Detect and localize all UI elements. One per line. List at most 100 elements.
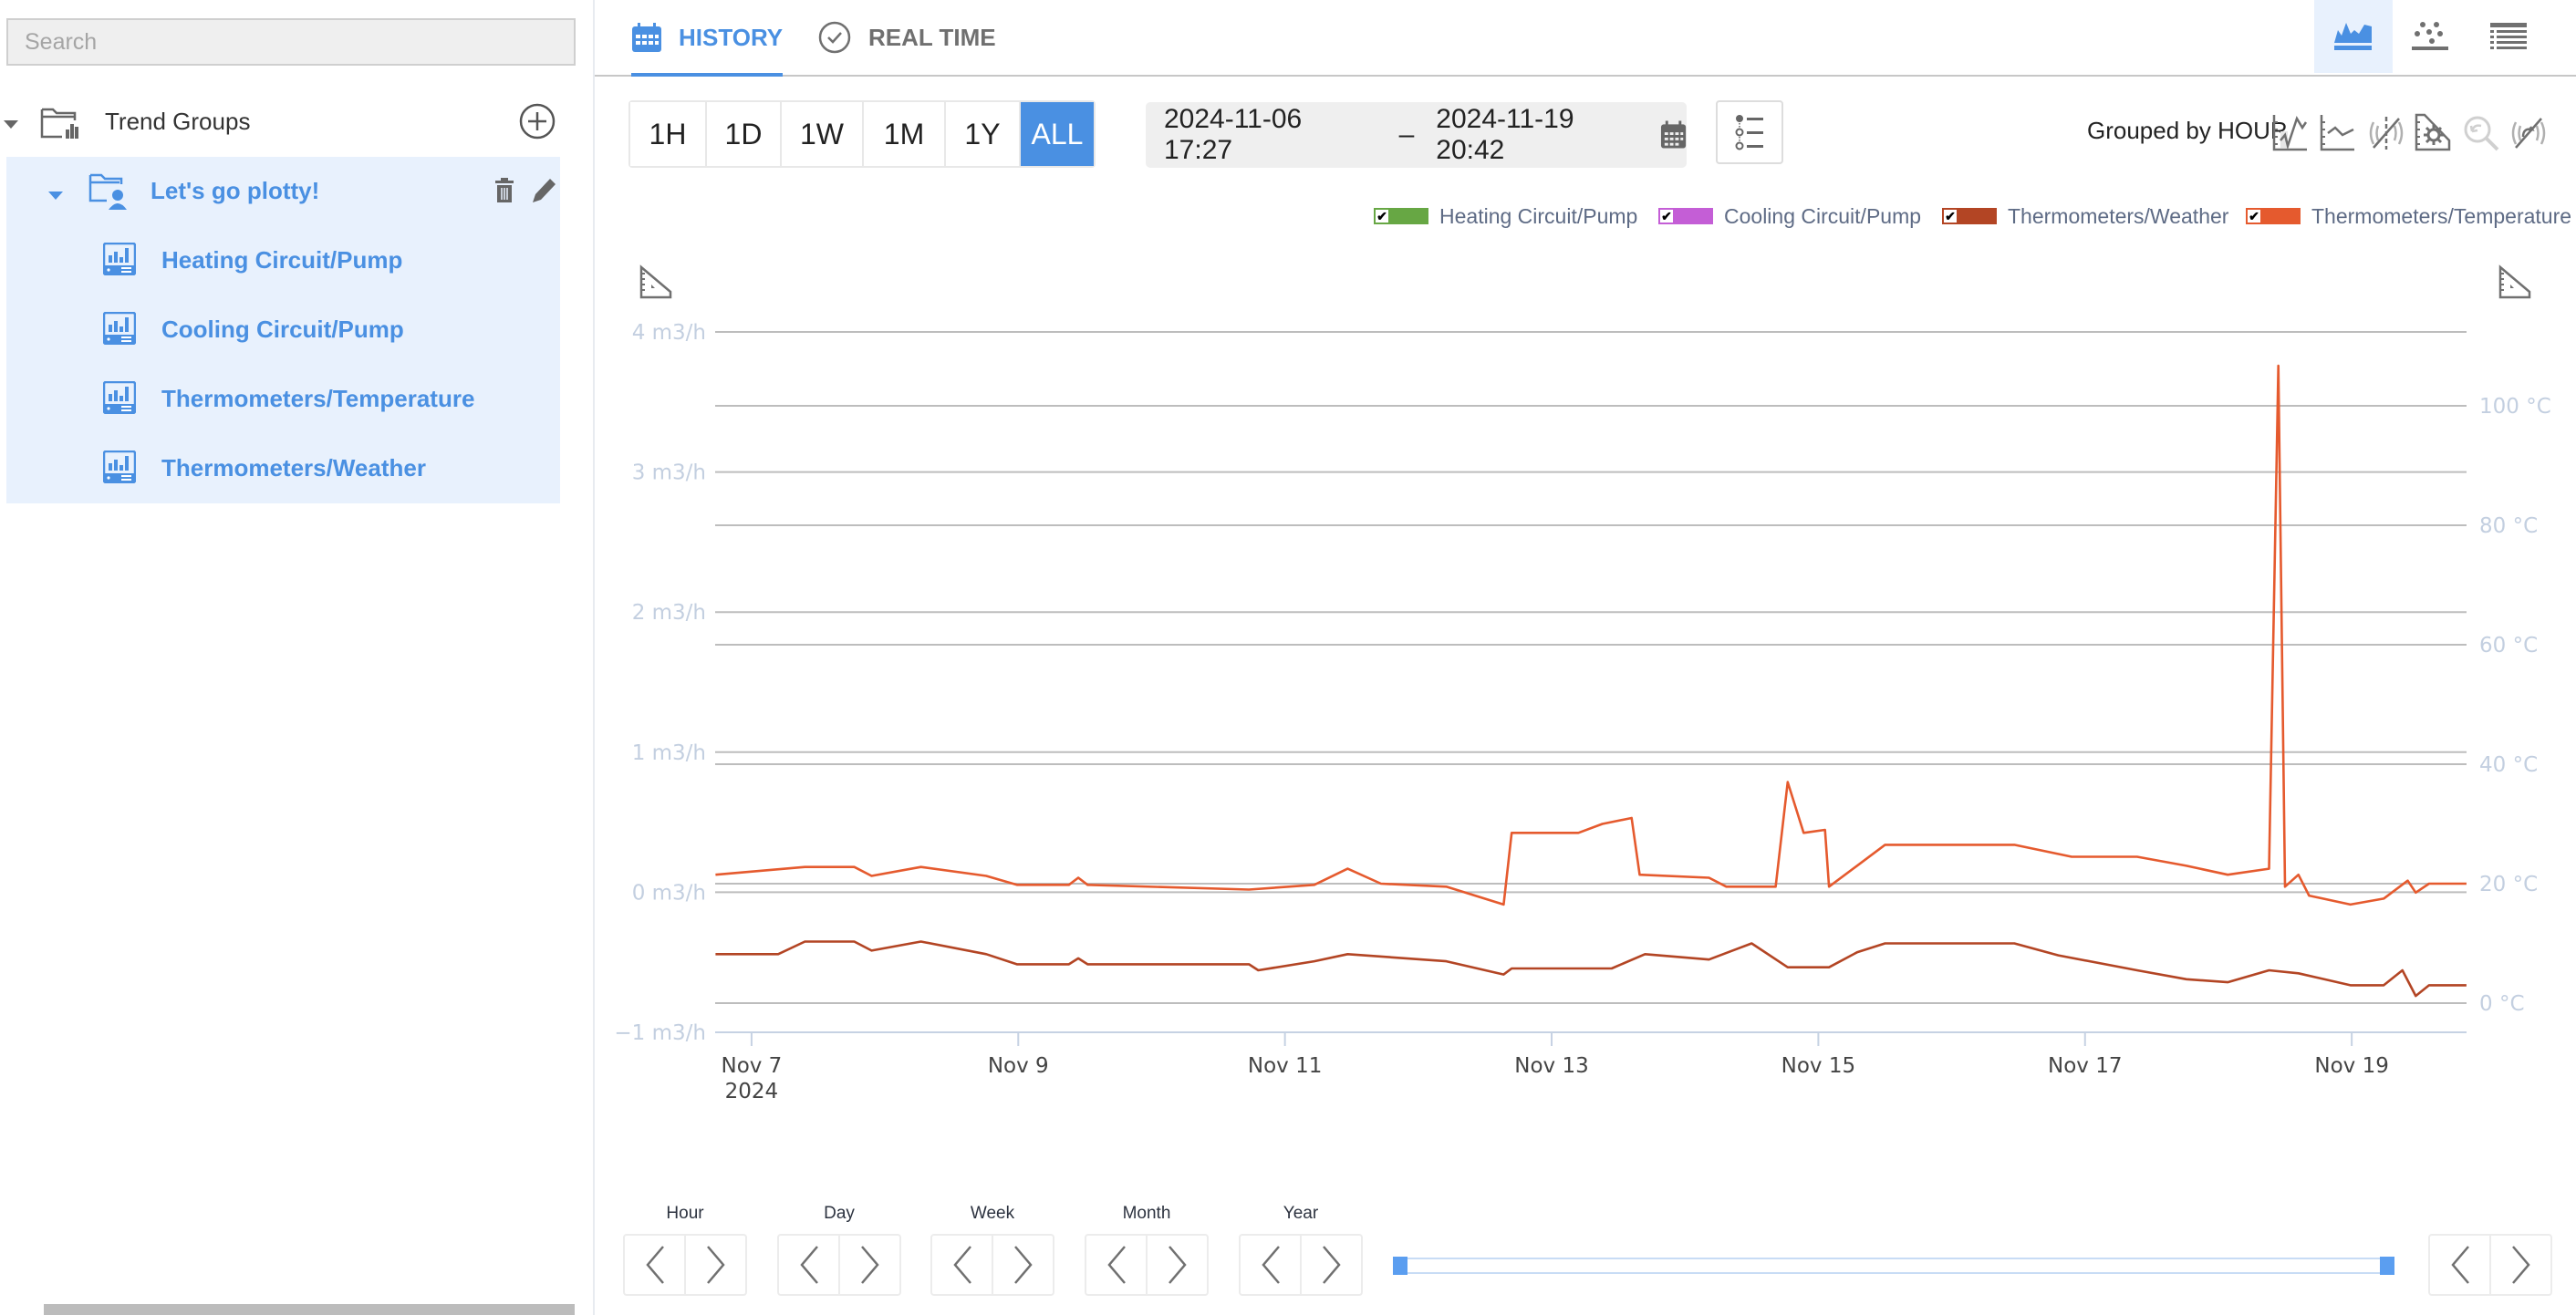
- y-right-tick-label: 0 °C: [2479, 992, 2525, 1016]
- disable-realtime-icon[interactable]: [2508, 113, 2549, 153]
- legend-swatch[interactable]: ✔: [1658, 208, 1713, 224]
- x-tick-label: Nov 17: [2048, 1054, 2122, 1078]
- tab-bar: HISTORY REAL TIME: [595, 0, 2576, 77]
- reset-zoom-icon[interactable]: [2461, 113, 2501, 153]
- line-interpolation-icon[interactable]: [2271, 113, 2311, 153]
- chevron-left-icon: [799, 1246, 818, 1284]
- legend-item-cooling[interactable]: ✔ Cooling Circuit/Pump: [1658, 202, 1921, 230]
- legend-label: Thermometers/Temperature: [2311, 203, 2572, 228]
- checkbox-checked-icon[interactable]: ✔: [1660, 210, 1673, 223]
- trend-item-label: Cooling Circuit/Pump: [161, 316, 404, 343]
- y-left-tick-label: 4 m3/h: [632, 321, 706, 345]
- tree-root-trend-groups[interactable]: Trend Groups: [0, 95, 584, 148]
- y-left-tick-label: 3 m3/h: [632, 461, 706, 485]
- legend-swatch[interactable]: ✔: [2246, 208, 2301, 224]
- pan-right-button[interactable]: [2491, 1236, 2550, 1294]
- sidebar: Trend Groups Let's go plotty!: [0, 0, 595, 1315]
- search-input[interactable]: [6, 18, 576, 66]
- trend-group-header[interactable]: Let's go plotty!: [6, 157, 560, 226]
- legend-item-weather[interactable]: ✔ Thermometers/Weather: [1942, 202, 2228, 230]
- date-range-picker[interactable]: 2024-11-06 17:27 – 2024-11-19 20:42: [1146, 102, 1687, 168]
- calendar-icon[interactable]: [1660, 120, 1687, 150]
- range-button-1y[interactable]: 1Y: [946, 102, 1021, 166]
- range-button-1d[interactable]: 1D: [707, 102, 782, 166]
- sidebar-horizontal-scrollbar[interactable]: [44, 1304, 575, 1315]
- line-chart-view-button[interactable]: [2314, 0, 2393, 73]
- y-right-tick-label: 80 °C: [2479, 514, 2538, 538]
- scatter-view-button[interactable]: [2392, 0, 2470, 73]
- grouping-label[interactable]: Grouped by HOUR: [2087, 117, 2288, 145]
- axis-settings-icon[interactable]: [2414, 113, 2454, 153]
- checkbox-checked-icon[interactable]: ✔: [1944, 210, 1957, 223]
- slider-track[interactable]: [1393, 1258, 2394, 1274]
- date-from[interactable]: 2024-11-06 17:27: [1164, 104, 1372, 166]
- folder-user-icon: [88, 173, 127, 210]
- unlink-axes-icon[interactable]: [2366, 113, 2406, 153]
- range-button-1m[interactable]: 1M: [864, 102, 946, 166]
- next-week-button[interactable]: [993, 1236, 1053, 1294]
- caret-down-icon[interactable]: [4, 120, 18, 129]
- range-button-1h[interactable]: 1H: [630, 102, 707, 166]
- prev-year-button[interactable]: [1241, 1236, 1302, 1294]
- series-line-thermometers-temperature: [715, 364, 2467, 906]
- nav-caption: Week: [970, 1204, 1015, 1223]
- x-tick-label: Nov 13: [1514, 1054, 1588, 1078]
- date-to[interactable]: 2024-11-19 20:42: [1436, 104, 1644, 166]
- trend-group-label: Let's go plotty!: [151, 177, 320, 204]
- trend-item[interactable]: Thermometers/Temperature: [6, 365, 560, 434]
- chevron-left-icon: [952, 1246, 971, 1284]
- add-group-icon[interactable]: [518, 102, 556, 140]
- legend-label: Heating Circuit/Pump: [1439, 203, 1638, 228]
- prev-hour-button[interactable]: [625, 1236, 686, 1294]
- next-year-button[interactable]: [1302, 1236, 1361, 1294]
- edit-pencil-icon[interactable]: [529, 175, 556, 206]
- prev-day-button[interactable]: [779, 1236, 840, 1294]
- trend-item-label: Thermometers/Temperature: [161, 385, 475, 412]
- caret-down-icon[interactable]: [48, 192, 63, 200]
- x-tick-label: Nov 15: [1781, 1054, 1855, 1078]
- x-tick-label: Nov 11: [1248, 1054, 1322, 1078]
- checkbox-checked-icon[interactable]: ✔: [2248, 210, 2260, 223]
- time-range-selector: 1H 1D 1W 1M 1Y ALL: [628, 100, 1096, 168]
- trash-icon[interactable]: [493, 177, 515, 204]
- legend-swatch[interactable]: ✔: [1374, 208, 1428, 224]
- smooth-line-icon[interactable]: [2319, 113, 2359, 153]
- next-hour-button[interactable]: [686, 1236, 745, 1294]
- legend-toggle-button[interactable]: [1716, 100, 1783, 164]
- y-right-tick-label: 20 °C: [2479, 873, 2538, 896]
- nav-caption: Day: [824, 1204, 855, 1223]
- tab-realtime[interactable]: REAL TIME: [817, 0, 996, 75]
- legend-item-heating[interactable]: ✔ Heating Circuit/Pump: [1374, 202, 1637, 230]
- range-button-all[interactable]: ALL: [1021, 102, 1094, 166]
- legend-label: Thermometers/Weather: [2008, 203, 2229, 228]
- legend-label: Cooling Circuit/Pump: [1724, 203, 1922, 228]
- nav-caption: Month: [1122, 1204, 1171, 1223]
- trend-item[interactable]: Thermometers/Weather: [6, 434, 560, 503]
- y-right-tick-label: 60 °C: [2479, 634, 2538, 658]
- checkbox-checked-icon[interactable]: ✔: [1376, 210, 1388, 223]
- prev-month-button[interactable]: [1086, 1236, 1148, 1294]
- slider-handle-start[interactable]: [1393, 1257, 1407, 1275]
- trend-item-label: Heating Circuit/Pump: [161, 246, 403, 274]
- next-day-button[interactable]: [840, 1236, 899, 1294]
- chevron-right-icon: [1013, 1246, 1033, 1284]
- trend-item[interactable]: Heating Circuit/Pump: [6, 226, 560, 295]
- tab-history[interactable]: HISTORY: [631, 0, 784, 77]
- trend-item[interactable]: Cooling Circuit/Pump: [6, 295, 560, 365]
- folder-chart-icon: [40, 108, 78, 139]
- time-range-slider[interactable]: [1393, 1257, 2394, 1275]
- pan-left-button[interactable]: [2430, 1236, 2491, 1294]
- next-month-button[interactable]: [1148, 1236, 1207, 1294]
- range-button-1w[interactable]: 1W: [782, 102, 864, 166]
- tree-root-label: Trend Groups: [105, 108, 251, 135]
- slider-handle-end[interactable]: [2380, 1257, 2394, 1275]
- prev-week-button[interactable]: [932, 1236, 993, 1294]
- nav-caption: Year: [1283, 1204, 1319, 1223]
- trend-chart[interactable]: 4 m3/h 3 m3/h 2 m3/h 1 m3/h 0 m3/h −1 m3/h 100…: [595, 237, 2576, 1149]
- y-right-tick-label: 100 °C: [2479, 395, 2551, 419]
- legend-swatch[interactable]: ✔: [1942, 208, 1997, 224]
- table-view-button[interactable]: [2469, 0, 2548, 73]
- trend-chart-icon: [103, 381, 136, 414]
- trend-chart-icon: [103, 243, 136, 275]
- legend-item-temperature[interactable]: ✔ Thermometers/Temperature: [2246, 202, 2571, 230]
